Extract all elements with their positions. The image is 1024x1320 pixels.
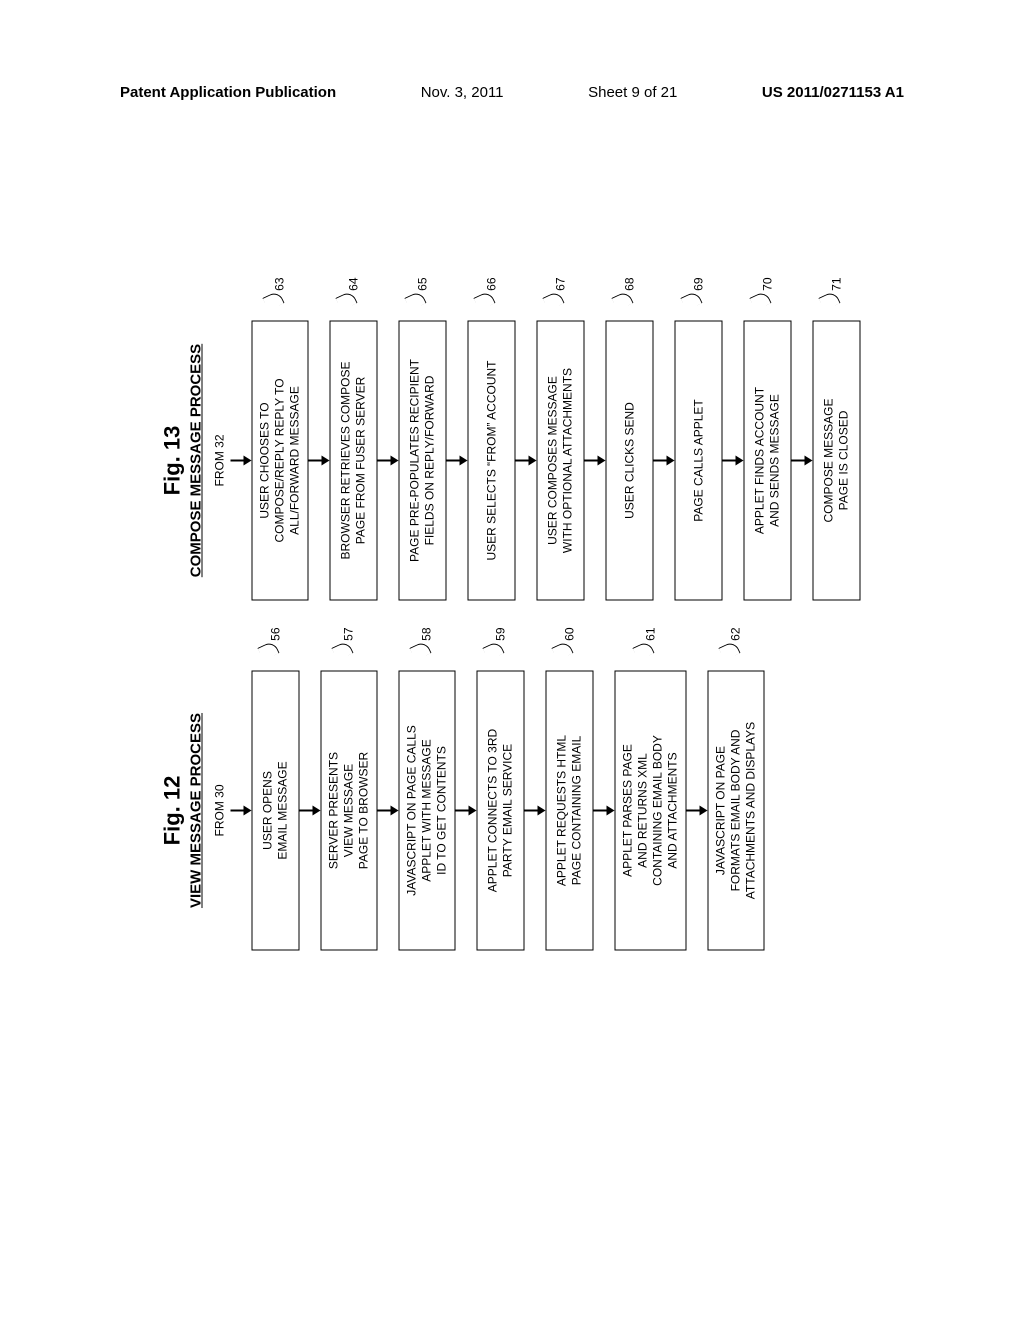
step-text: COMPOSE MESSAGE PAGE IS CLOSED — [822, 398, 852, 522]
ref-tag: 70 — [759, 277, 777, 307]
fig12-step-62: JAVASCRIPT ON PAGE FORMATS EMAIL BODY AN… — [708, 670, 765, 950]
fig13-label: Fig. 13 — [160, 425, 186, 495]
fig12-step-58: JAVASCRIPT ON PAGE CALLS APPLET WITH MES… — [399, 670, 456, 950]
ref-tag: 60 — [561, 627, 579, 657]
ref-tag: 62 — [727, 627, 745, 657]
step-text: BROWSER RETRIEVES COMPOSE PAGE FROM FUSE… — [339, 361, 369, 559]
step-text: USER SELECTS “FROM” ACCOUNT — [484, 360, 499, 560]
arrow-icon — [231, 455, 252, 465]
arrow-icon — [723, 455, 744, 465]
ref-tag: 59 — [492, 627, 510, 657]
fig12-step-60: APPLET REQUESTS HTML PAGE CONTAINING EMA… — [546, 670, 594, 950]
arrow-icon — [300, 805, 321, 815]
step-text: USER OPENS EMAIL MESSAGE — [261, 761, 291, 859]
page-header: Patent Application Publication Nov. 3, 2… — [0, 84, 1024, 101]
step-text: JAVASCRIPT ON PAGE FORMATS EMAIL BODY AN… — [714, 721, 759, 898]
fig13-step-65: PAGE PRE-POPULATES RECIPIENT FIELDS ON R… — [399, 320, 447, 600]
ref-tag: 56 — [267, 627, 285, 657]
ref-tag: 69 — [690, 277, 708, 307]
arrow-icon — [378, 455, 399, 465]
arrow-icon — [378, 805, 399, 815]
fig12-subtitle: VIEW MESSAGE PROCESS — [188, 712, 205, 907]
step-text: APPLET FINDS ACCOUNT AND SENDS MESSAGE — [753, 386, 783, 533]
fig13-from: FROM 32 — [213, 434, 227, 486]
step-text: SERVER PRESENTS VIEW MESSAGE PAGE TO BRO… — [327, 751, 372, 868]
arrow-icon — [456, 805, 477, 815]
fig13-step-69: PAGE CALLS APPLET 69 — [675, 320, 723, 600]
arrow-icon — [687, 805, 708, 815]
fig13-step-66: USER SELECTS “FROM” ACCOUNT 66 — [468, 320, 516, 600]
step-text: USER CLICKS SEND — [622, 402, 637, 519]
arrow-icon — [525, 805, 546, 815]
step-text: APPLET CONNECTS TO 3RD PARTY EMAIL SERVI… — [486, 728, 516, 891]
fig13-subtitle: COMPOSE MESSAGE PROCESS — [188, 343, 205, 576]
ref-tag: 63 — [271, 277, 289, 307]
ref-tag: 66 — [483, 277, 501, 307]
ref-tag: 65 — [414, 277, 432, 307]
step-text: PAGE CALLS APPLET — [691, 399, 706, 522]
fig12-column: Fig. 12 VIEW MESSAGE PROCESS FROM 30 USE… — [160, 670, 861, 950]
step-text: USER COMPOSES MESSAGE WITH OPTIONAL ATTA… — [546, 367, 576, 552]
fig13-step-68: USER CLICKS SEND 68 — [606, 320, 654, 600]
fig13-step-67: USER COMPOSES MESSAGE WITH OPTIONAL ATTA… — [537, 320, 585, 600]
fig13-step-63: USER CHOOSES TO COMPOSE/REPLY REPLY TO A… — [252, 320, 309, 600]
ref-tag: 64 — [345, 277, 363, 307]
ref-tag: 58 — [418, 627, 436, 657]
fig12-step-57: SERVER PRESENTS VIEW MESSAGE PAGE TO BRO… — [321, 670, 378, 950]
fig12-from: FROM 30 — [213, 784, 227, 836]
ref-tag: 68 — [621, 277, 639, 307]
ref-tag: 57 — [340, 627, 358, 657]
step-text: APPLET REQUESTS HTML PAGE CONTAINING EMA… — [555, 734, 585, 885]
fig13-step-64: BROWSER RETRIEVES COMPOSE PAGE FROM FUSE… — [330, 320, 378, 600]
publication-date: Nov. 3, 2011 — [421, 84, 504, 101]
ref-tag: 61 — [642, 627, 660, 657]
fig13-step-71: COMPOSE MESSAGE PAGE IS CLOSED 71 — [813, 320, 861, 600]
arrow-icon — [309, 455, 330, 465]
sheet-number: Sheet 9 of 21 — [588, 84, 677, 101]
fig13-column: Fig. 13 COMPOSE MESSAGE PROCESS FROM 32 … — [160, 320, 861, 600]
step-text: JAVASCRIPT ON PAGE CALLS APPLET WITH MES… — [405, 725, 450, 896]
arrow-icon — [654, 455, 675, 465]
arrow-icon — [231, 805, 252, 815]
publication-number: US 2011/0271153 A1 — [762, 84, 904, 101]
arrow-icon — [516, 455, 537, 465]
arrow-icon — [792, 455, 813, 465]
arrow-icon — [585, 455, 606, 465]
publication-label: Patent Application Publication — [120, 84, 336, 101]
fig12-step-59: APPLET CONNECTS TO 3RD PARTY EMAIL SERVI… — [477, 670, 525, 950]
step-text: USER CHOOSES TO COMPOSE/REPLY REPLY TO A… — [258, 378, 303, 542]
fig12-step-56: USER OPENS EMAIL MESSAGE 56 — [252, 670, 300, 950]
rotated-diagram: Fig. 12 VIEW MESSAGE PROCESS FROM 30 USE… — [160, 320, 861, 950]
fig12-step-61: APPLET PARSES PAGE AND RETURNS XML CONTA… — [615, 670, 687, 950]
fig13-step-70: APPLET FINDS ACCOUNT AND SENDS MESSAGE 7… — [744, 320, 792, 600]
fig12-label: Fig. 12 — [160, 775, 186, 845]
page-root: Patent Application Publication Nov. 3, 2… — [0, 0, 1024, 1320]
arrow-icon — [594, 805, 615, 815]
step-text: APPLET PARSES PAGE AND RETURNS XML CONTA… — [621, 735, 681, 886]
ref-tag: 71 — [828, 277, 846, 307]
ref-tag: 67 — [552, 277, 570, 307]
arrow-icon — [447, 455, 468, 465]
step-text: PAGE PRE-POPULATES RECIPIENT FIELDS ON R… — [408, 359, 438, 562]
diagram-area: Fig. 12 VIEW MESSAGE PROCESS FROM 30 USE… — [100, 130, 920, 1140]
